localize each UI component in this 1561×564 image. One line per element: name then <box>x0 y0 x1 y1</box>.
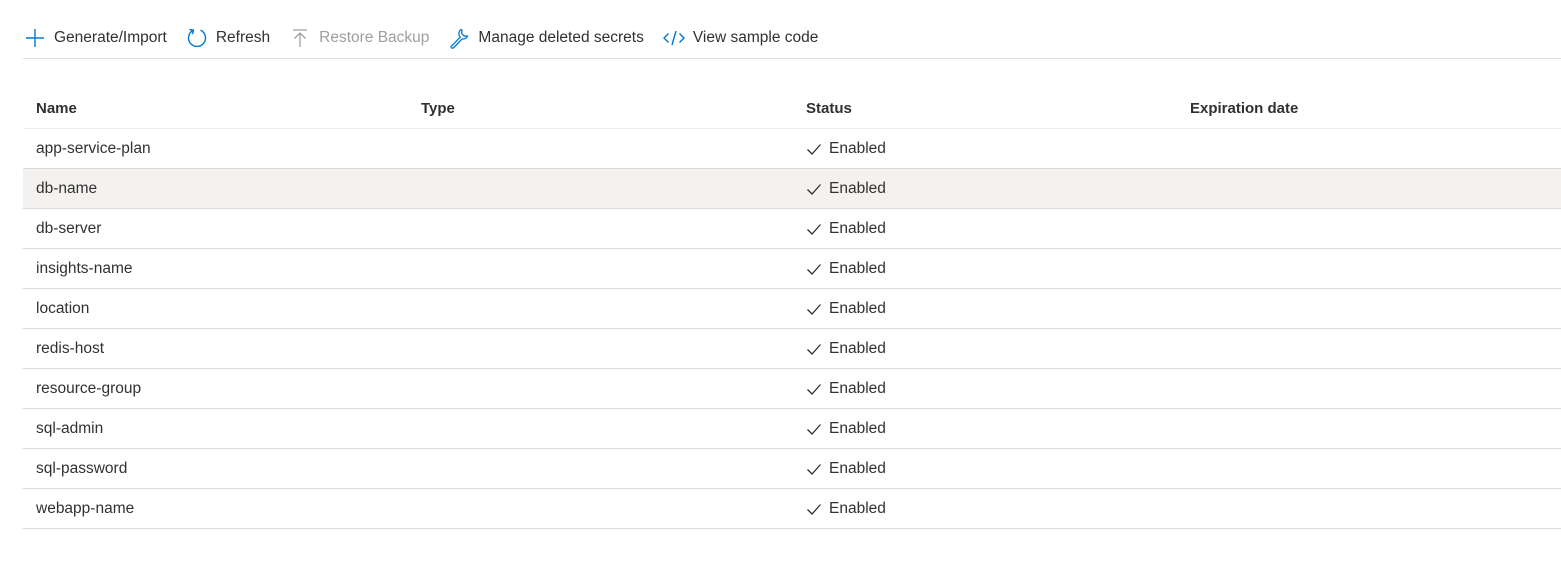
cell-status: Enabled <box>793 260 1177 278</box>
restore-backup-label: Restore Backup <box>319 29 430 46</box>
status-indicator: Enabled <box>806 180 1177 198</box>
status-indicator: Enabled <box>806 460 1177 478</box>
status-label: Enabled <box>829 499 886 517</box>
secrets-table: Name Type Status Expiration date app-ser… <box>23 88 1561 529</box>
checkmark-icon <box>806 421 822 437</box>
table-row[interactable]: resource-group Enabled <box>23 369 1561 409</box>
cell-name[interactable]: sql-password <box>23 460 408 478</box>
status-label: Enabled <box>829 299 886 317</box>
refresh-label: Refresh <box>215 29 271 46</box>
cell-status: Enabled <box>793 380 1177 398</box>
status-label: Enabled <box>829 259 886 277</box>
cell-status: Enabled <box>793 500 1177 518</box>
table-row[interactable]: sql-admin Enabled <box>23 409 1561 449</box>
cell-name[interactable]: db-name <box>23 180 408 198</box>
status-indicator: Enabled <box>806 340 1177 358</box>
column-header-status[interactable]: Status <box>793 100 1177 117</box>
status-label: Enabled <box>829 139 886 157</box>
cell-name[interactable]: redis-host <box>23 340 408 358</box>
cell-name[interactable]: location <box>23 300 408 318</box>
status-label: Enabled <box>829 339 886 357</box>
checkmark-icon <box>806 301 822 317</box>
table-row[interactable]: webapp-name Enabled <box>23 489 1561 529</box>
cell-name[interactable]: insights-name <box>23 260 408 278</box>
status-indicator: Enabled <box>806 300 1177 318</box>
cell-name[interactable]: app-service-plan <box>23 140 408 158</box>
table-row[interactable]: location Enabled <box>23 289 1561 329</box>
column-header-name[interactable]: Name <box>23 100 408 117</box>
status-label: Enabled <box>829 219 886 237</box>
cell-status: Enabled <box>793 140 1177 158</box>
generate-import-label: Generate/Import <box>54 29 167 46</box>
wrench-icon <box>447 26 471 50</box>
checkmark-icon <box>806 181 822 197</box>
checkmark-icon <box>806 261 822 277</box>
checkmark-icon <box>806 141 822 157</box>
table-row[interactable]: db-name Enabled <box>23 169 1561 209</box>
code-icon <box>662 26 686 50</box>
refresh-button[interactable]: Refresh <box>185 18 270 58</box>
table-row[interactable]: insights-name Enabled <box>23 249 1561 289</box>
generate-import-button[interactable]: Generate/Import <box>23 18 167 58</box>
manage-deleted-secrets-button[interactable]: Manage deleted secrets <box>447 18 644 58</box>
status-indicator: Enabled <box>806 420 1177 438</box>
table-row[interactable]: sql-password Enabled <box>23 449 1561 489</box>
cell-name[interactable]: sql-admin <box>23 420 408 438</box>
plus-icon <box>23 26 47 50</box>
command-bar: Generate/Import Refresh Restore Backup M… <box>23 18 1561 59</box>
cell-status: Enabled <box>793 340 1177 358</box>
manage-deleted-secrets-label: Manage deleted secrets <box>478 29 644 46</box>
status-label: Enabled <box>829 179 886 197</box>
cell-status: Enabled <box>793 460 1177 478</box>
status-label: Enabled <box>829 459 886 477</box>
status-indicator: Enabled <box>806 140 1177 158</box>
restore-backup-button[interactable]: Restore Backup <box>288 18 429 58</box>
table-body: app-service-plan Enabled db-name Enabled db-… <box>23 129 1561 529</box>
status-indicator: Enabled <box>806 260 1177 278</box>
checkmark-icon <box>806 341 822 357</box>
table-header: Name Type Status Expiration date <box>23 88 1561 129</box>
view-sample-code-label: View sample code <box>692 29 819 46</box>
status-indicator: Enabled <box>806 380 1177 398</box>
status-label: Enabled <box>829 419 886 437</box>
view-sample-code-button[interactable]: View sample code <box>662 18 819 58</box>
checkmark-icon <box>806 461 822 477</box>
cell-status: Enabled <box>793 180 1177 198</box>
cell-status: Enabled <box>793 300 1177 318</box>
checkmark-icon <box>806 221 822 237</box>
column-header-type[interactable]: Type <box>408 100 793 117</box>
status-indicator: Enabled <box>806 500 1177 518</box>
cell-name[interactable]: resource-group <box>23 380 408 398</box>
cell-status: Enabled <box>793 220 1177 238</box>
checkmark-icon <box>806 501 822 517</box>
table-row[interactable]: db-server Enabled <box>23 209 1561 249</box>
status-label: Enabled <box>829 379 886 397</box>
checkmark-icon <box>806 381 822 397</box>
status-indicator: Enabled <box>806 220 1177 238</box>
cell-name[interactable]: db-server <box>23 220 408 238</box>
cell-status: Enabled <box>793 420 1177 438</box>
table-row[interactable]: redis-host Enabled <box>23 329 1561 369</box>
table-row[interactable]: app-service-plan Enabled <box>23 129 1561 169</box>
upload-icon <box>288 26 312 50</box>
refresh-icon <box>185 26 209 50</box>
column-header-expiration-date[interactable]: Expiration date <box>1177 100 1561 117</box>
cell-name[interactable]: webapp-name <box>23 500 408 518</box>
